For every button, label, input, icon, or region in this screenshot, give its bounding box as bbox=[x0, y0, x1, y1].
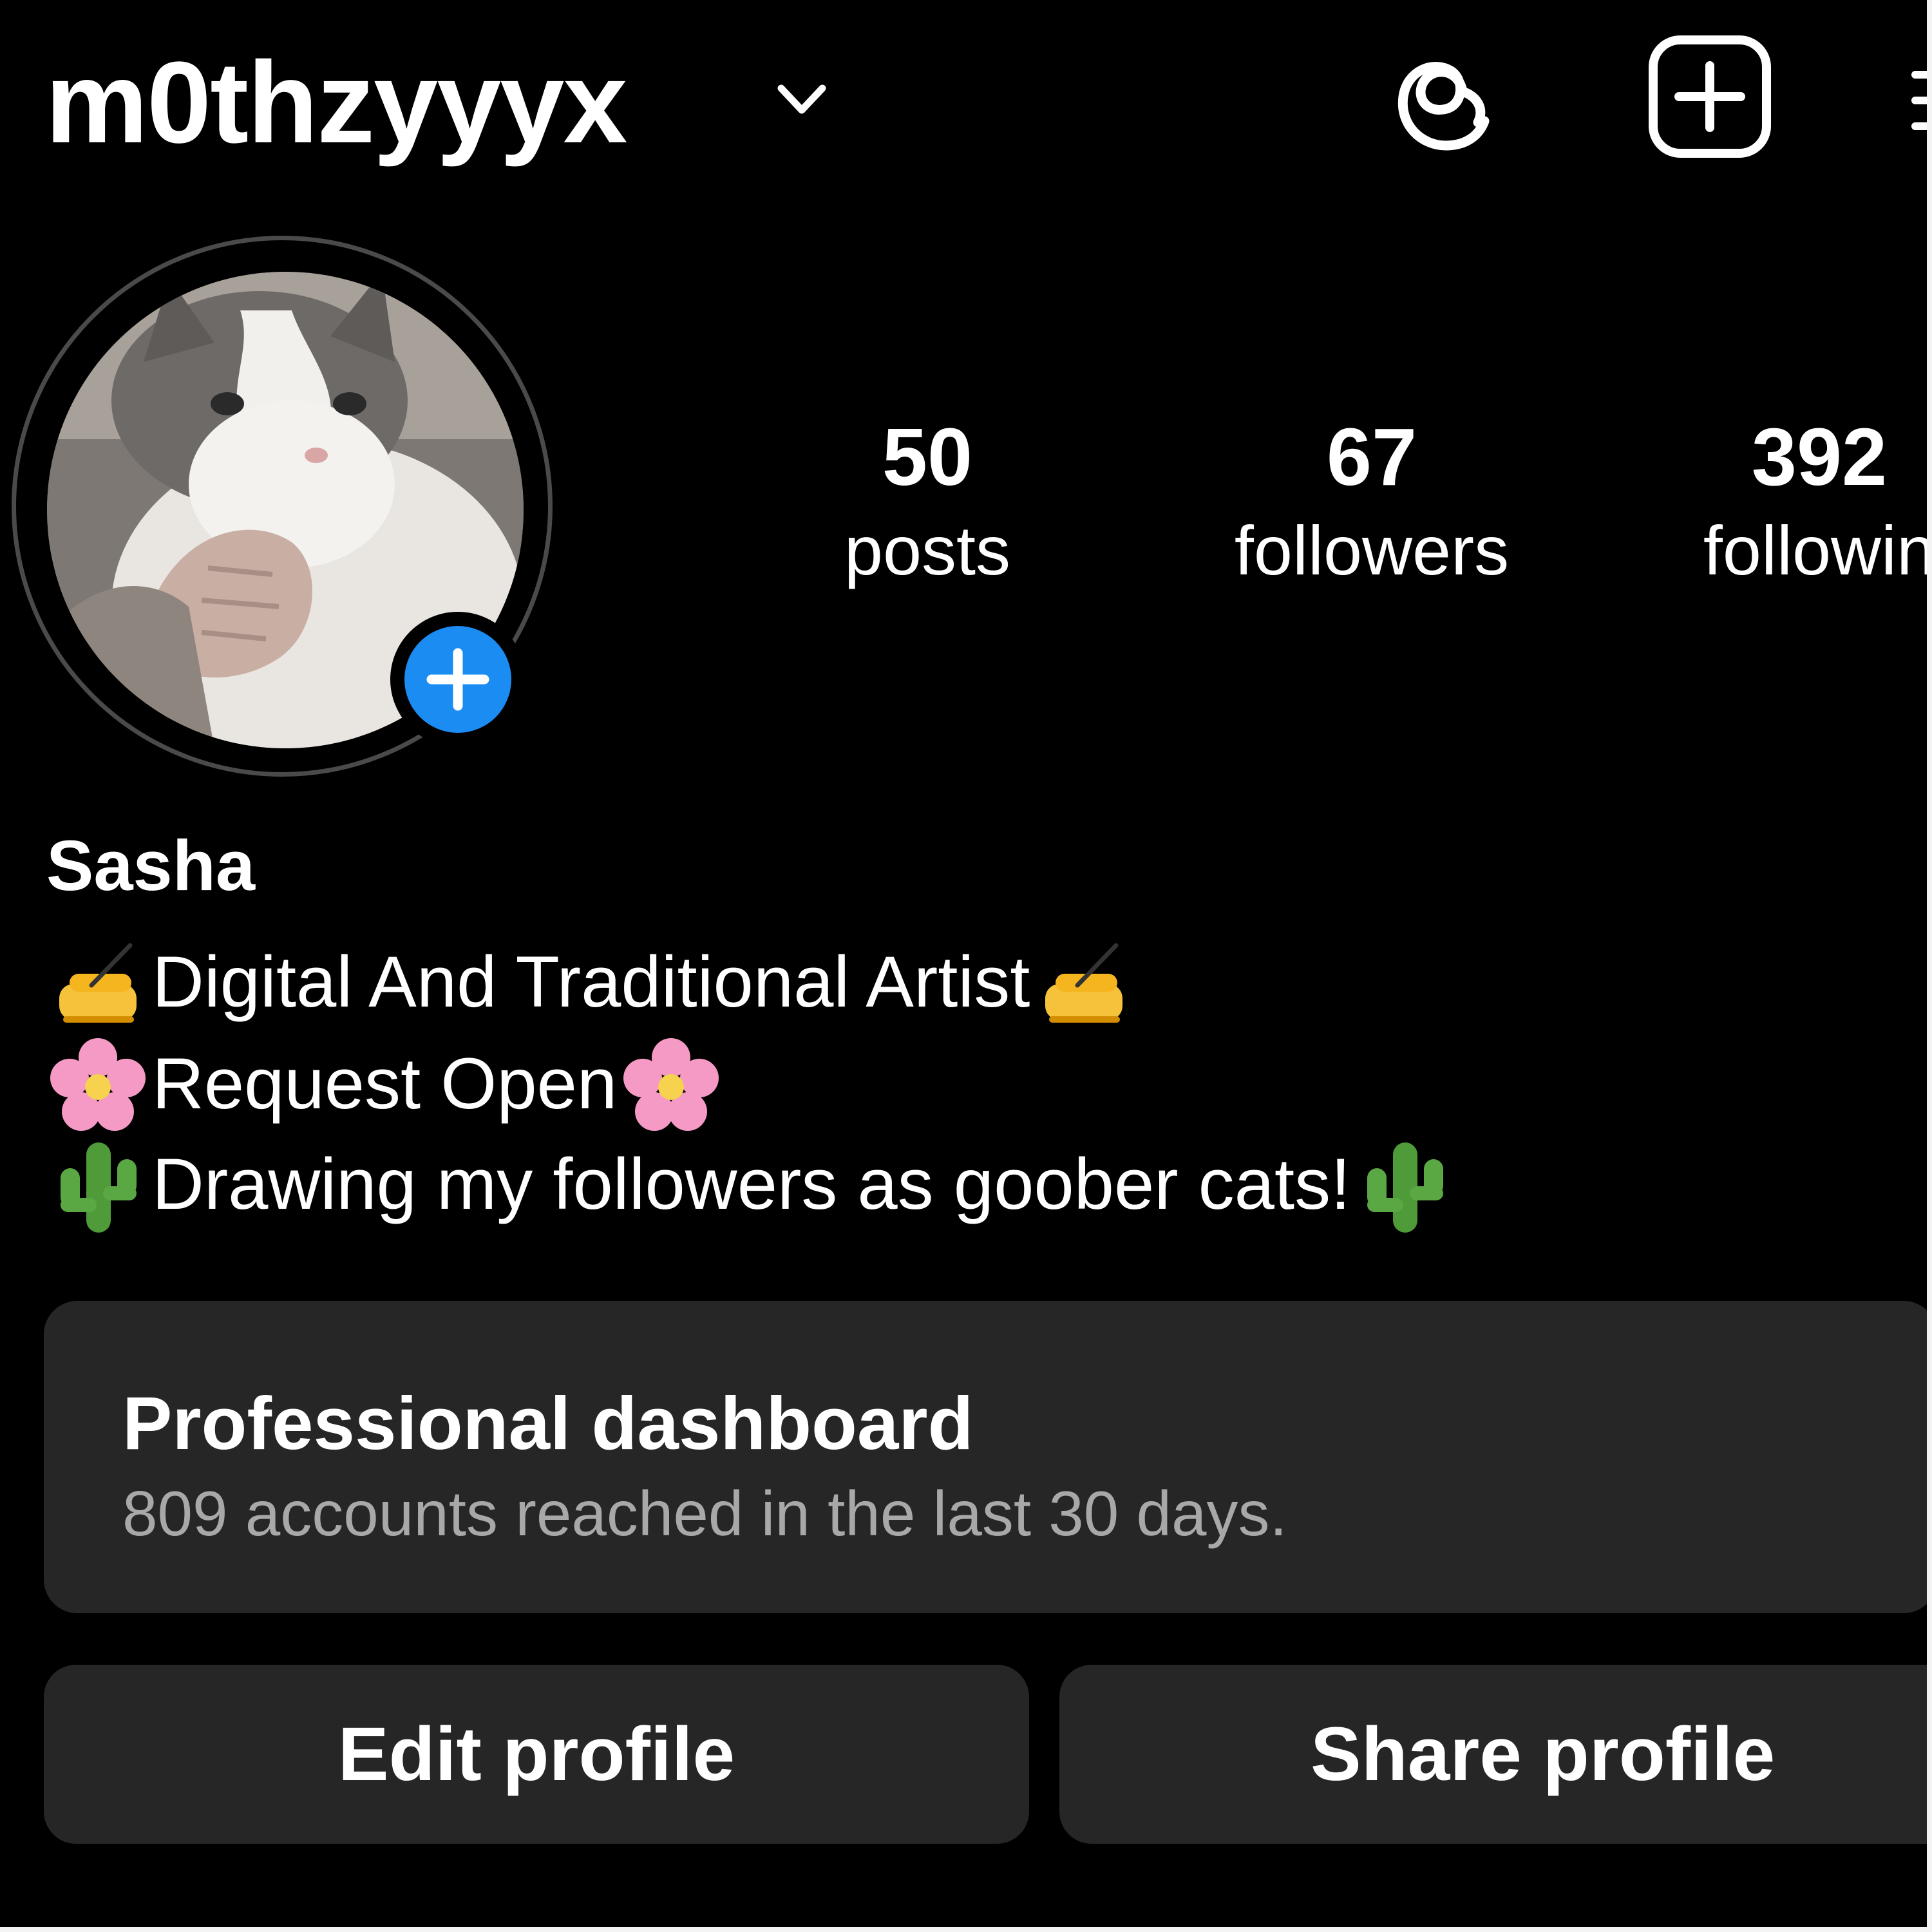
bio-text-3: Drawing my followers as goober cats! bbox=[152, 1144, 1351, 1224]
cherry-blossom-icon bbox=[50, 1038, 146, 1131]
add-story-bg bbox=[404, 626, 511, 733]
cactus-icon bbox=[1367, 1142, 1444, 1233]
followers-stat[interactable]: 67 followers bbox=[1191, 412, 1552, 599]
dashboard-subtitle: 809 accounts reached in the last 30 days… bbox=[122, 1478, 1287, 1549]
cactus-icon bbox=[61, 1142, 137, 1233]
cherry-blossom-icon bbox=[623, 1038, 719, 1131]
following-stat[interactable]: 392 followin bbox=[1639, 412, 1932, 599]
followers-count: 67 bbox=[1326, 412, 1417, 502]
bio-text-1: Digital And Traditional Artist bbox=[152, 942, 1030, 1022]
username-title[interactable]: m0thzyyyx bbox=[45, 39, 627, 167]
bio-line: Request Open bbox=[46, 1036, 723, 1132]
screen-edge-bottom bbox=[0, 1927, 1932, 1932]
display-name: Sasha bbox=[46, 826, 256, 905]
followers-label: followers bbox=[1234, 511, 1510, 589]
following-count: 392 bbox=[1751, 412, 1888, 502]
screen-edge bbox=[1927, 0, 1932, 1932]
chevron-down-icon[interactable] bbox=[770, 68, 834, 132]
dashboard-title: Professional dashboard bbox=[122, 1381, 974, 1465]
threads-icon[interactable] bbox=[1381, 32, 1497, 161]
professional-dashboard-card[interactable]: Professional dashboard 809 accounts reac… bbox=[44, 1301, 1932, 1613]
share-profile-button[interactable]: Share profile bbox=[1059, 1665, 1932, 1844]
add-story-button[interactable] bbox=[390, 612, 526, 747]
plus-icon bbox=[426, 648, 489, 711]
posts-count: 50 bbox=[882, 412, 973, 502]
plus-square-icon[interactable] bbox=[1645, 32, 1774, 161]
writing-hand-icon bbox=[59, 943, 137, 1023]
bio-line: Drawing my followers as goober cats! bbox=[46, 1136, 1456, 1233]
posts-label: posts bbox=[844, 511, 1011, 589]
profile-screen: m0thzyyyx 50 posts 67 followers 392 foll… bbox=[0, 0, 1932, 1932]
bio-text-2: Request Open bbox=[152, 1043, 618, 1124]
bio-line: Digital And Traditional Artist bbox=[46, 934, 1135, 1030]
writing-hand-icon bbox=[1045, 943, 1123, 1023]
following-label: followin bbox=[1703, 511, 1932, 589]
posts-stat[interactable]: 50 posts bbox=[747, 412, 1108, 599]
edit-profile-button[interactable]: Edit profile bbox=[44, 1665, 1029, 1844]
